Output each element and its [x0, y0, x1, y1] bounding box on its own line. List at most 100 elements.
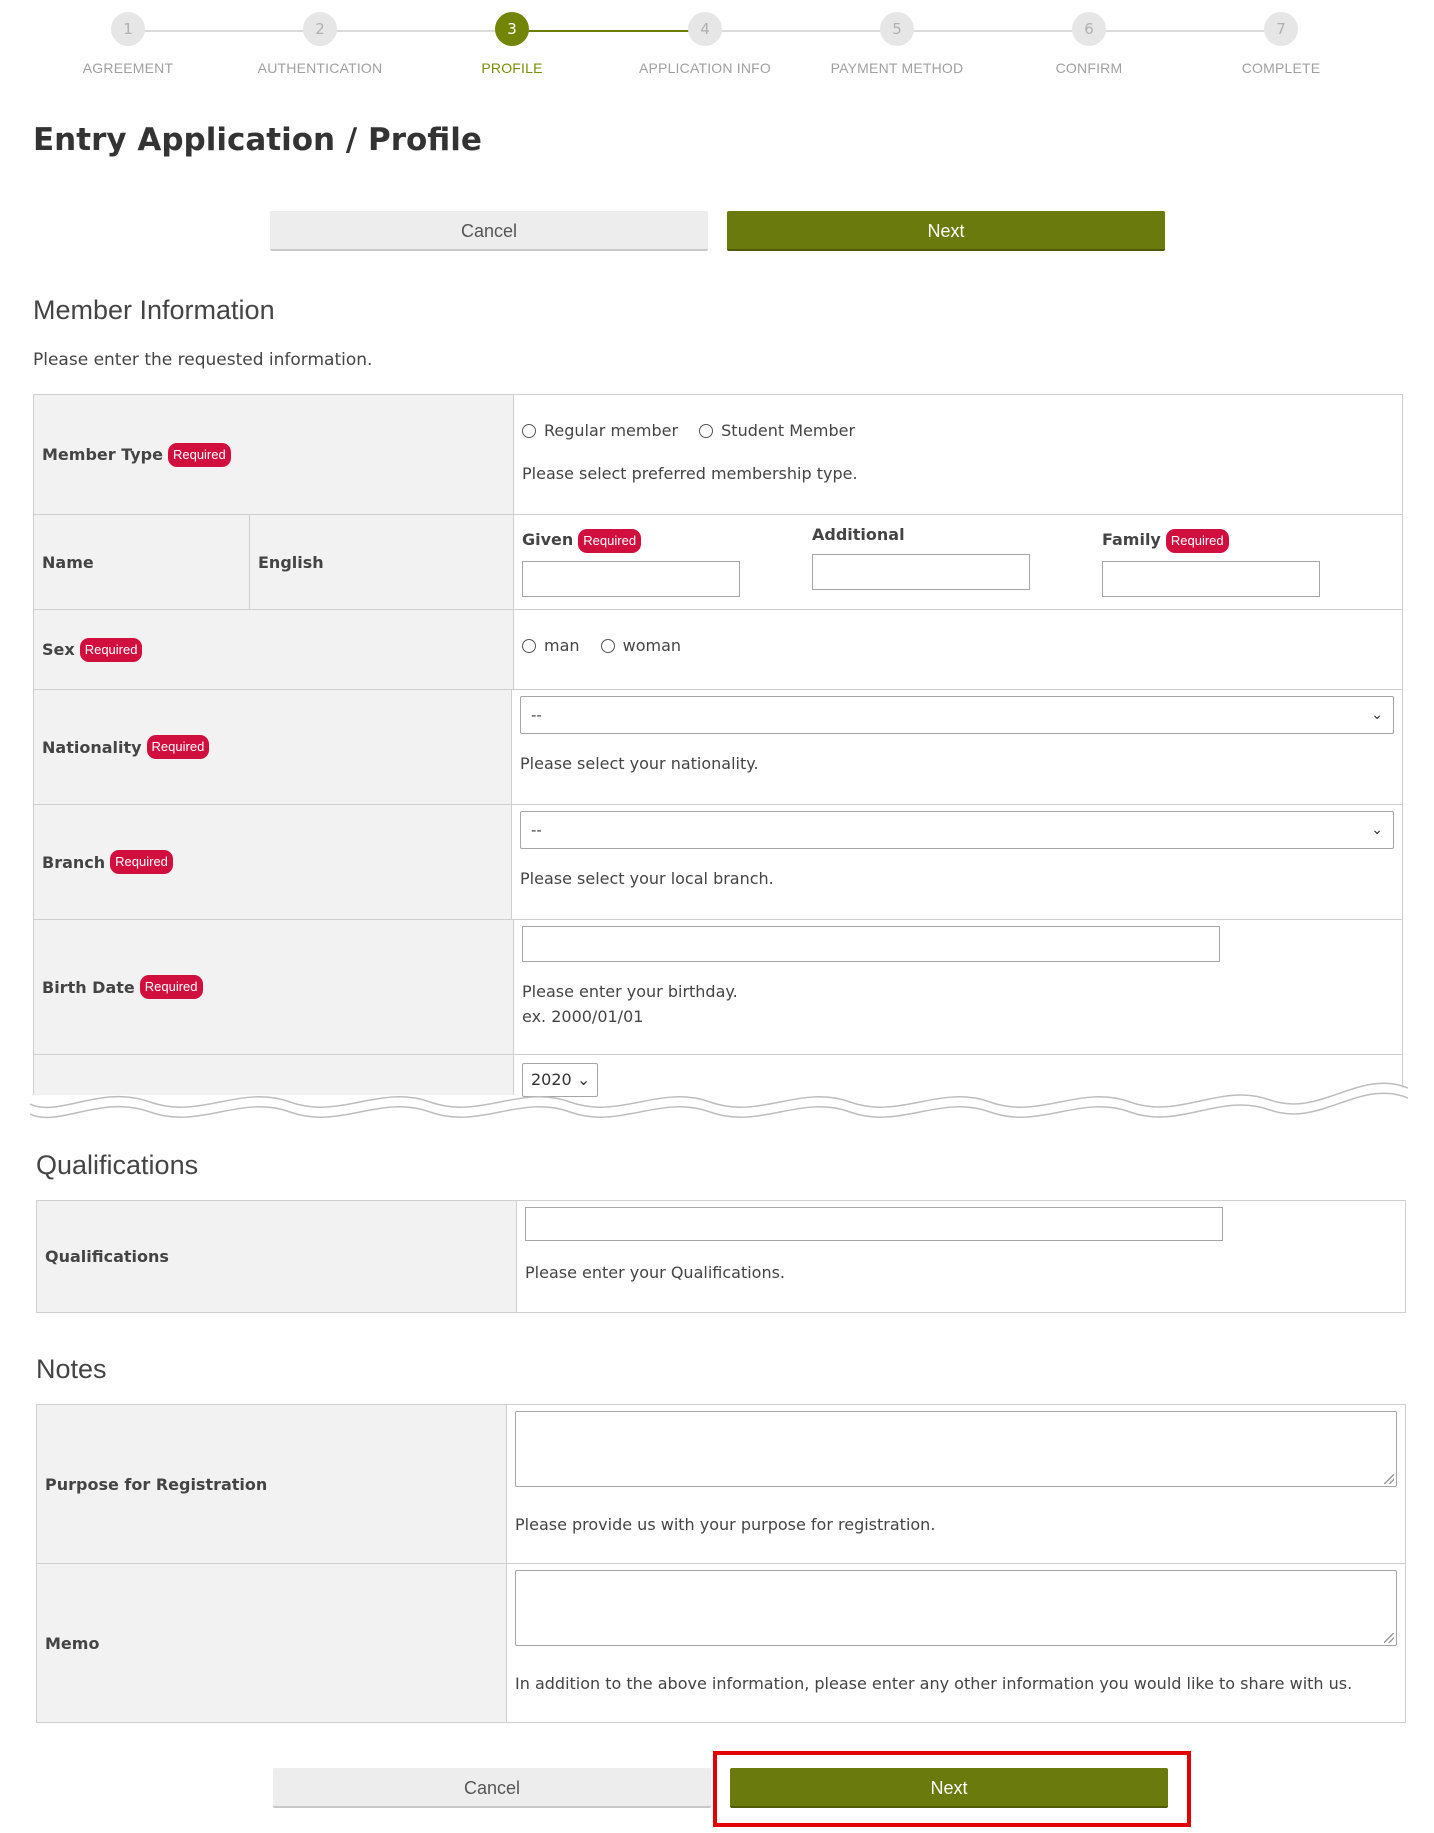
- field-value: Please provide us with your purpose for …: [507, 1405, 1405, 1563]
- step-number: 6: [1072, 12, 1106, 46]
- page-title: Entry Application / Profile: [33, 122, 482, 158]
- family-name-input[interactable]: [1102, 561, 1320, 597]
- name-given-group: Given Required: [522, 529, 740, 597]
- field-value: Regular member Student Member Please sel…: [514, 395, 1402, 514]
- notes-table: Purpose for Registration Please provide …: [36, 1404, 1406, 1723]
- field-label-text: Memo: [45, 1633, 100, 1653]
- step-number: 5: [880, 12, 914, 46]
- step-number: 1: [111, 12, 145, 46]
- field-value: Please enter your birthday. ex. 2000/01/…: [514, 920, 1402, 1054]
- qualifications-input[interactable]: [525, 1207, 1223, 1241]
- memo-textarea[interactable]: [515, 1570, 1397, 1646]
- radio-circle-icon: [522, 423, 536, 438]
- family-label-text: Family: [1102, 530, 1161, 549]
- resize-grip-icon[interactable]: [1384, 1474, 1394, 1484]
- chevron-down-icon: ⌄: [1371, 822, 1383, 838]
- nationality-select[interactable]: -- ⌄: [520, 696, 1394, 734]
- row-qualifications: Qualifications Please enter your Qualifi…: [37, 1201, 1405, 1313]
- step-confirm: 6 CONFIRM: [994, 12, 1184, 76]
- highlight-box: [713, 1751, 1191, 1827]
- member-info-table: Member Type Required Regular member Stud…: [33, 394, 1403, 1095]
- field-label-text: Birth Date: [42, 977, 135, 997]
- radio-label: man: [544, 636, 580, 655]
- additional-label: Additional: [812, 525, 905, 544]
- field-label: Purpose for Registration: [37, 1405, 507, 1563]
- cancel-button-bottom[interactable]: Cancel: [273, 1768, 711, 1808]
- radio-circle-icon: [522, 638, 536, 653]
- section-title-notes: Notes: [36, 1354, 107, 1384]
- field-label: Nationality Required: [34, 690, 512, 804]
- required-badge: Required: [1165, 529, 1229, 553]
- radio-label: woman: [622, 636, 682, 655]
- family-label: Family Required: [1102, 529, 1320, 553]
- field-label: Sex Required: [34, 610, 514, 689]
- required-badge: Required: [110, 850, 173, 874]
- row-name: Name English Given Required Additional Fa…: [34, 515, 1402, 610]
- field-example: ex. 2000/01/01: [522, 1007, 644, 1026]
- radio-circle-icon: [600, 638, 615, 653]
- additional-name-input[interactable]: [812, 554, 1030, 590]
- field-value: -- ⌄ Please select your local branch.: [512, 805, 1402, 919]
- row-nationality: Nationality Required -- ⌄ Please select …: [34, 690, 1402, 805]
- next-button-top[interactable]: Next: [727, 211, 1165, 251]
- step-profile: 3 PROFILE: [417, 12, 607, 76]
- field-hint: Please provide us with your purpose for …: [515, 1515, 936, 1534]
- step-label: APPLICATION INFO: [638, 60, 772, 76]
- field-value: man woman: [514, 610, 1402, 689]
- field-label-text: Name: [42, 552, 94, 572]
- radio-circle-icon: [699, 423, 714, 438]
- required-badge: Required: [167, 442, 231, 467]
- progress-stepper: 1 AGREEMENT 2 AUTHENTICATION 3 PROFILE 4…: [0, 12, 1434, 82]
- name-additional-group: Additional: [812, 525, 1030, 590]
- row-sex: Sex Required man woman: [34, 610, 1402, 690]
- field-value: -- ⌄ Please select your nationality.: [512, 690, 1402, 804]
- step-agreement: 1 AGREEMENT: [33, 12, 223, 76]
- field-label: Memo: [37, 1564, 507, 1722]
- required-badge: Required: [578, 529, 642, 553]
- field-label: Member Type Required: [34, 395, 514, 514]
- step-number: 2: [303, 12, 337, 46]
- radio-regular-member[interactable]: Regular member: [522, 421, 678, 440]
- cancel-button-top[interactable]: Cancel: [270, 211, 708, 251]
- field-label-text: Nationality: [42, 737, 142, 757]
- field-label-text: Member Type: [42, 445, 163, 464]
- select-value: --: [531, 706, 542, 724]
- section-title-member-information: Member Information: [33, 295, 275, 325]
- select-value: --: [531, 821, 542, 839]
- step-complete: 7 COMPLETE: [1186, 12, 1376, 76]
- given-label: Given Required: [522, 529, 740, 553]
- field-hint: Please enter your Qualifications.: [525, 1263, 786, 1282]
- resize-grip-icon[interactable]: [1384, 1633, 1394, 1643]
- step-label: CONFIRM: [1055, 60, 1123, 76]
- radio-man[interactable]: man: [522, 636, 580, 655]
- field-hint: Please enter your birthday.: [522, 982, 738, 1001]
- radio-woman[interactable]: woman: [600, 636, 682, 655]
- field-label-text: Qualifications: [45, 1247, 169, 1266]
- field-label-text: Branch: [42, 852, 106, 872]
- birth-date-input[interactable]: [522, 926, 1220, 962]
- purpose-textarea[interactable]: [515, 1411, 1397, 1487]
- given-name-input[interactable]: [522, 561, 740, 597]
- step-label: PAYMENT METHOD: [830, 60, 964, 76]
- branch-select[interactable]: -- ⌄: [520, 811, 1394, 849]
- field-hint: In addition to the above information, pl…: [515, 1674, 1353, 1693]
- section-title-qualifications: Qualifications: [36, 1150, 199, 1180]
- chevron-down-icon: ⌄: [1371, 707, 1383, 723]
- field-label: Branch Required: [34, 805, 512, 919]
- field-hint: Please select your nationality.: [520, 754, 759, 773]
- field-label-text: Purpose for Registration: [45, 1474, 268, 1494]
- field-label: Birth Date Required: [34, 920, 514, 1054]
- step-payment-method: 5 PAYMENT METHOD: [802, 12, 992, 76]
- field-value: Given Required Additional Family Required: [514, 515, 1402, 609]
- row-memo: Memo In addition to the above informatio…: [37, 1564, 1405, 1723]
- required-badge: Required: [146, 735, 210, 759]
- step-number: 3: [495, 12, 529, 46]
- radio-student-member[interactable]: Student Member: [699, 421, 855, 440]
- field-sublabel: English: [249, 515, 324, 609]
- step-label: PROFILE: [481, 60, 543, 76]
- step-number: 4: [688, 12, 722, 46]
- name-family-group: Family Required: [1102, 529, 1320, 597]
- field-label: Qualifications: [37, 1201, 517, 1312]
- field-label: Name English: [34, 515, 514, 609]
- radio-label: Regular member: [544, 421, 679, 440]
